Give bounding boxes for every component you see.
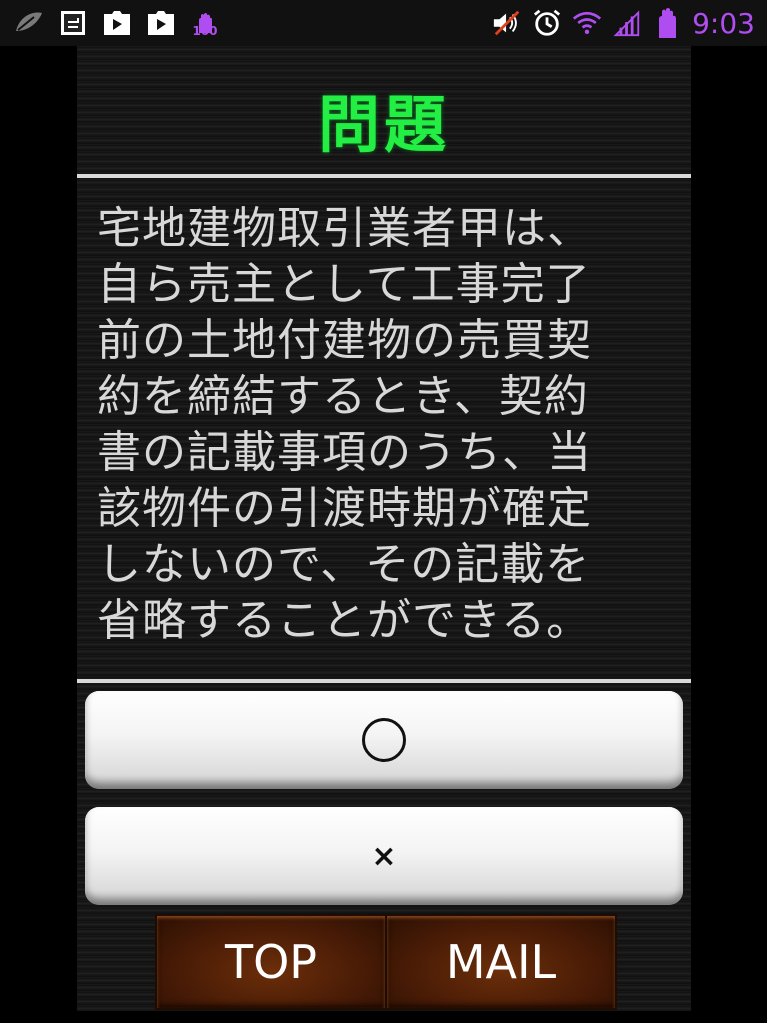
screenshot-icon [58, 8, 88, 38]
question-line: 自ら売主として工事完了 [97, 259, 591, 310]
wifi-icon [572, 8, 602, 38]
battery-hand-icon [652, 8, 682, 38]
question-line: しないので、その記載を [97, 539, 591, 590]
answer-false-button[interactable]: × [85, 807, 683, 905]
question-panel: 問題 宅地建物取引業者甲は、 自ら売主として工事完了 前の土地付建物の売買契 約… [77, 46, 691, 1011]
divider-bottom [77, 679, 691, 683]
leaf-icon [14, 8, 44, 38]
top-button[interactable]: TOP [155, 914, 387, 1010]
status-bar: 100 9:03 [0, 0, 767, 46]
badge-text: 100 [192, 24, 218, 38]
signal-icon [612, 8, 642, 38]
clock-time: 9:03 [692, 6, 755, 40]
question-line: 省略することができる。 [97, 595, 592, 646]
question-line: 宅地建物取引業者甲は、 [97, 203, 592, 254]
question-line: 約を締結するとき、契約 [97, 371, 589, 422]
page-title: 問題 [317, 88, 450, 161]
play-store-icon [146, 8, 176, 38]
alarm-icon [532, 8, 562, 38]
mail-button[interactable]: MAIL [385, 914, 617, 1010]
answer-true-button[interactable]: ○ [85, 691, 683, 789]
circle-icon [362, 718, 406, 762]
question-line: 書の記載事項のうち、当 [97, 427, 592, 478]
divider-top [77, 174, 691, 178]
hand-100-icon: 100 [190, 8, 220, 38]
question-text: 宅地建物取引業者甲は、 自ら売主として工事完了 前の土地付建物の売買契 約を締結… [97, 201, 677, 649]
mute-icon [492, 8, 522, 38]
question-line: 前の土地付建物の売買契 [97, 315, 592, 366]
question-line: 該物件の引渡時期が確定 [97, 483, 592, 534]
answer-false-label: × [371, 838, 397, 874]
play-store-icon [102, 8, 132, 38]
